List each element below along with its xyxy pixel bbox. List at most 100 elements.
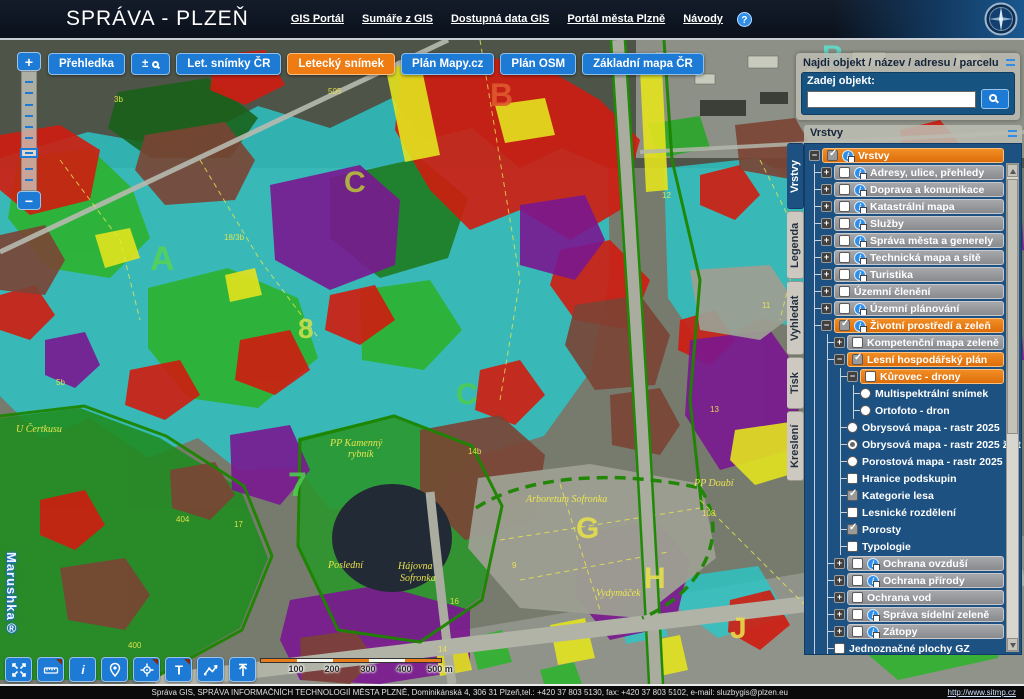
header-link-4[interactable]: Portál města Plzně — [567, 13, 665, 25]
expander-icon[interactable]: − — [834, 354, 845, 365]
expander-icon[interactable]: + — [834, 626, 845, 637]
search-input[interactable] — [807, 91, 976, 108]
expander-icon[interactable]: + — [821, 167, 832, 178]
layer-tree-row[interactable]: Porostová mapa - rastr 2025 — [809, 453, 1004, 470]
layer-group-bar[interactable]: iKatastrální mapa — [834, 199, 1004, 214]
header-link-5[interactable]: Návody — [683, 13, 723, 25]
layer-checkbox[interactable] — [839, 201, 850, 212]
layer-checkbox[interactable] — [839, 320, 850, 331]
layer-checkbox[interactable] — [827, 150, 838, 161]
layer-group-bar[interactable]: iZátopy — [847, 624, 1004, 639]
layer-checkbox[interactable] — [839, 286, 850, 297]
layer-checkbox[interactable] — [865, 371, 876, 382]
expander-icon[interactable]: + — [821, 303, 832, 314]
layer-group-bar[interactable]: iSlužby — [834, 216, 1004, 231]
header-link-3[interactable]: Dostupná data GIS — [451, 13, 549, 25]
layer-tree-row[interactable]: +iÚzemní plánování — [809, 300, 1004, 317]
expander-icon[interactable]: + — [821, 184, 832, 195]
layer-tree-row[interactable]: +iDoprava a komunikace — [809, 181, 1004, 198]
layer-tree-row[interactable]: +iOchrana přírody — [809, 572, 1004, 589]
layer-tree-row[interactable]: Jednoznačné plochy GZ — [809, 640, 1004, 655]
layer-tree-row[interactable]: −iVrstvy — [809, 147, 1004, 164]
zoom-slider-handle[interactable] — [20, 148, 38, 158]
layer-radio[interactable] — [860, 405, 871, 416]
scrollbar-thumb[interactable] — [1007, 179, 1018, 434]
basemap-button-osm[interactable]: Plán OSM — [500, 53, 576, 75]
info-icon[interactable]: i — [842, 150, 854, 162]
layer-tree-row[interactable]: Hranice podskupin — [809, 470, 1004, 487]
layer-checkbox[interactable] — [839, 269, 850, 280]
layer-tree-row[interactable]: Obrysová mapa - rastr 2025 — [809, 419, 1004, 436]
expander-icon[interactable]: + — [821, 218, 832, 229]
layer-radio[interactable] — [847, 422, 858, 433]
expander-icon[interactable]: + — [821, 252, 832, 263]
info-icon[interactable]: i — [867, 609, 879, 621]
tab-kresleni[interactable]: Kreslení — [787, 411, 804, 481]
expander-icon[interactable]: + — [821, 201, 832, 212]
layer-tree-row[interactable]: +iSpráva sídelní zeleně — [809, 606, 1004, 623]
info-icon[interactable]: i — [854, 303, 866, 315]
expander-icon[interactable]: + — [834, 609, 845, 620]
layer-group-bar[interactable]: iTechnická mapa a sítě — [834, 250, 1004, 265]
layer-group-bar[interactable]: Kůrovec - drony — [860, 369, 1004, 384]
tab-vrstvy[interactable]: Vrstvy — [787, 143, 804, 209]
layer-checkbox[interactable] — [852, 592, 863, 603]
expander-icon[interactable]: + — [834, 558, 845, 569]
info-icon[interactable]: i — [854, 218, 866, 230]
info-icon[interactable]: i — [854, 235, 866, 247]
layer-checkbox[interactable] — [839, 167, 850, 178]
collapse-icon[interactable] — [1008, 130, 1017, 137]
layer-checkbox[interactable] — [852, 337, 863, 348]
expander-icon[interactable]: − — [847, 371, 858, 382]
expander-icon[interactable]: + — [821, 235, 832, 246]
expander-icon[interactable]: − — [809, 150, 820, 161]
tree-scrollbar[interactable] — [1006, 163, 1019, 652]
measure-button[interactable] — [37, 657, 64, 682]
layer-tree-row[interactable]: +iTuristika — [809, 266, 1004, 283]
layer-checkbox[interactable] — [852, 575, 863, 586]
info-button[interactable]: i — [69, 657, 96, 682]
zoom-slider-track[interactable] — [21, 71, 37, 191]
info-icon[interactable]: i — [867, 626, 879, 638]
layer-checkbox[interactable] — [852, 354, 863, 365]
basemap-button-base-cr[interactable]: Základní mapa ČR — [582, 53, 704, 75]
layer-checkbox[interactable] — [847, 473, 858, 484]
layer-tree-row[interactable]: Kategorie lesa — [809, 487, 1004, 504]
header-link-2[interactable]: Sumáře z GIS — [362, 13, 433, 25]
layer-group-bar[interactable]: Kompetenční mapa zeleně — [847, 335, 1004, 350]
layer-checkbox[interactable] — [839, 218, 850, 229]
map-viewport[interactable]: ABBCCD87GHJ U ČertkusuPP KamennýrybníkPo… — [0, 40, 1024, 684]
help-icon[interactable]: ? — [737, 12, 752, 27]
layer-radio[interactable] — [847, 456, 858, 467]
info-icon[interactable]: i — [854, 167, 866, 179]
layer-group-bar[interactable]: Územní členění — [834, 284, 1004, 299]
layer-group-bar[interactable]: iDoprava a komunikace — [834, 182, 1004, 197]
layer-checkbox[interactable] — [852, 609, 863, 620]
info-icon[interactable]: i — [867, 558, 879, 570]
scroll-down-icon[interactable] — [1007, 638, 1018, 651]
text-tool-button[interactable]: T — [165, 657, 192, 682]
expander-icon[interactable]: − — [821, 320, 832, 331]
layer-tree-row[interactable]: +Územní členění — [809, 283, 1004, 300]
layer-tree-row[interactable]: −iŽivotní prostředí a zeleň — [809, 317, 1004, 334]
layer-group-bar[interactable]: iTuristika — [834, 267, 1004, 282]
layer-group-bar[interactable]: Ochrana vod — [847, 590, 1004, 605]
layer-tree-row[interactable]: +Kompetenční mapa zeleně — [809, 334, 1004, 351]
info-icon[interactable]: i — [854, 252, 866, 264]
basemap-button-aerial-cr[interactable]: Let. snímky ČR — [176, 53, 281, 75]
info-icon[interactable]: i — [854, 269, 866, 281]
basemap-button-overview[interactable]: Přehledka — [48, 53, 125, 75]
layer-group-bar[interactable]: Lesní hospodářský plán — [847, 352, 1004, 367]
layer-tree-row[interactable]: −Kůrovec - drony — [809, 368, 1004, 385]
draw-button[interactable] — [197, 657, 224, 682]
layer-checkbox[interactable] — [847, 507, 858, 518]
info-icon[interactable]: i — [854, 320, 866, 332]
basemap-button-aerial[interactable]: Letecký snímek — [287, 53, 395, 75]
layer-tree-row[interactable]: +iAdresy, ulice, přehledy — [809, 164, 1004, 181]
layer-tree-row[interactable]: Typologie — [809, 538, 1004, 555]
zoom-out-button[interactable]: − — [17, 191, 41, 210]
layer-radio[interactable] — [860, 388, 871, 399]
expander-icon[interactable]: + — [834, 337, 845, 348]
info-icon[interactable]: i — [854, 184, 866, 196]
layer-checkbox[interactable] — [839, 252, 850, 263]
